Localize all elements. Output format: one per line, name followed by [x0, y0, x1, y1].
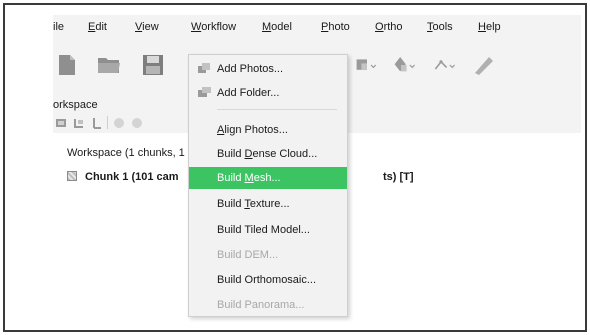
- menu-workflow-label: orkflow: [201, 21, 237, 33]
- chunk-label-tail: ts) [T]: [383, 171, 414, 183]
- label-prefix: Build: [217, 148, 245, 160]
- label-text: ense Cloud...: [252, 148, 318, 160]
- menu-item-build-mesh-label: Build Mesh...: [217, 172, 281, 184]
- menu-item-build-panorama: Build Panorama...: [189, 294, 347, 316]
- menu-item-add-folder-label: Add Folder...: [217, 87, 280, 99]
- toolbar-separator: [107, 116, 108, 129]
- open-folder-icon[interactable]: [97, 53, 121, 77]
- menu-item-add-photos-label: Add Photos...: [217, 63, 284, 75]
- menu-workflow[interactable]: Workflow: [191, 21, 236, 33]
- label-text: lign Photos...: [224, 124, 288, 136]
- menu-item-build-orthomosaic[interactable]: Build Orthomosaic...: [189, 269, 347, 291]
- mnemonic: M: [244, 172, 254, 184]
- menu-view-label: iew: [142, 21, 159, 33]
- menu-view[interactable]: View: [135, 21, 159, 33]
- save-icon[interactable]: [141, 53, 165, 77]
- navigation-mode-icon[interactable]: [393, 53, 417, 77]
- label-text: esh...: [253, 172, 281, 184]
- menu-tools-label: ools: [432, 21, 453, 33]
- menu-item-build-tiled-model-label: Build Tiled Model...: [217, 224, 310, 236]
- disable-icon[interactable]: [131, 117, 143, 129]
- label-text: exture...: [249, 198, 290, 210]
- menu-ortho[interactable]: Ortho: [375, 21, 403, 33]
- menu-ortho-label: rtho: [383, 21, 403, 33]
- menu-edit[interactable]: Edit: [88, 21, 107, 33]
- draw-polyline-icon[interactable]: [471, 53, 495, 77]
- menu-ortho-mnemonic: O: [375, 21, 384, 33]
- menu-item-align-photos[interactable]: Align Photos...: [189, 119, 347, 141]
- chunk-icon: [67, 171, 77, 181]
- ruler-tool-icon[interactable]: [433, 53, 457, 77]
- select-mode-icon[interactable]: [355, 53, 379, 77]
- menu-edit-label: dit: [95, 21, 107, 33]
- menubar: ile Edit View Workflow Model Photo Ortho…: [53, 15, 581, 41]
- add-folder-icon: [198, 87, 211, 97]
- screenshot-frame: ile Edit View Workflow Model Photo Ortho…: [3, 3, 587, 332]
- menu-file[interactable]: ile: [53, 21, 64, 33]
- workflow-menu: Add Photos... Add Folder... Align Photos…: [188, 54, 348, 317]
- add-photos-tool-icon[interactable]: [73, 117, 85, 129]
- menu-model-mnemonic: M: [262, 21, 272, 33]
- menu-item-build-mesh[interactable]: Build Mesh...: [189, 167, 347, 189]
- chunk-label: Chunk 1 (101 cam: [85, 171, 179, 183]
- label-prefix: Build: [217, 172, 245, 184]
- menu-item-align-photos-label: Align Photos...: [217, 124, 288, 136]
- menu-help-label: elp: [485, 21, 501, 33]
- menu-item-build-orthomosaic-label: Build Orthomosaic...: [217, 274, 317, 286]
- workspace-root-label: Workspace (1 chunks, 1: [67, 147, 185, 159]
- menu-item-build-dem: Build DEM...: [189, 244, 347, 266]
- menu-model[interactable]: Model: [262, 21, 292, 33]
- menu-item-build-dense-cloud[interactable]: Build Dense Cloud...: [189, 143, 347, 165]
- menu-file-label: ile: [53, 21, 65, 33]
- menu-item-build-texture[interactable]: Build Texture...: [189, 193, 347, 215]
- menu-photo-label: hoto: [328, 21, 350, 33]
- menu-item-add-photos[interactable]: Add Photos...: [189, 58, 347, 80]
- workspace-pane-title: orkspace: [53, 99, 98, 111]
- add-marker-icon[interactable]: [91, 117, 103, 129]
- new-document-icon[interactable]: [55, 53, 79, 77]
- menu-tools[interactable]: Tools: [427, 21, 453, 33]
- menu-item-build-dem-label: Build DEM...: [217, 249, 279, 261]
- workspace-root-node[interactable]: Workspace (1 chunks, 1: [67, 147, 185, 159]
- menu-workflow-mnemonic: W: [191, 21, 202, 33]
- chunk-node[interactable]: Chunk 1 (101 cam: [67, 171, 179, 183]
- menu-item-add-folder[interactable]: Add Folder...: [189, 82, 347, 104]
- label-prefix: Build: [217, 198, 245, 210]
- menu-help[interactable]: Help: [478, 21, 501, 33]
- menu-photo[interactable]: Photo: [321, 21, 350, 33]
- menu-item-build-dense-cloud-label: Build Dense Cloud...: [217, 148, 317, 160]
- menu-item-build-texture-label: Build Texture...: [217, 198, 290, 210]
- enable-icon[interactable]: [113, 117, 125, 129]
- menu-item-build-tiled-model[interactable]: Build Tiled Model...: [189, 219, 347, 241]
- menu-model-label: odel: [271, 21, 292, 33]
- add-chunk-icon[interactable]: [55, 117, 67, 129]
- add-photos-icon: [198, 63, 210, 73]
- menu-help-mnemonic: H: [478, 21, 486, 33]
- menu-separator: [217, 109, 337, 110]
- menu-item-build-panorama-label: Build Panorama...: [217, 299, 305, 311]
